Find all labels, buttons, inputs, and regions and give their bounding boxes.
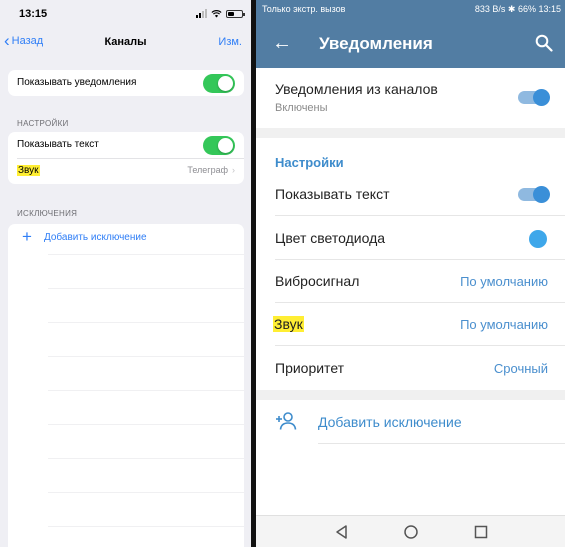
sound-value-wrap: Телеграф ›: [187, 165, 235, 175]
app-bar-title: Уведомления: [319, 34, 433, 53]
vibration-label: Вибросигнал: [275, 273, 360, 289]
edit-button[interactable]: Изм.: [218, 36, 242, 48]
led-color-row[interactable]: Цвет светодиода: [256, 217, 565, 260]
add-exception-button[interactable]: Добавить исключение: [256, 400, 565, 444]
settings-section-header: Настройки: [275, 155, 344, 170]
divider: [48, 254, 244, 255]
add-user-icon: [276, 412, 297, 430]
show-text-row[interactable]: Показывать текст: [8, 132, 244, 158]
show-text-toggle[interactable]: [518, 186, 550, 203]
divider: [48, 526, 244, 527]
show-text-switch[interactable]: [203, 136, 235, 155]
vibration-value: По умолчанию: [460, 274, 548, 289]
search-icon[interactable]: [535, 34, 553, 52]
plus-icon: +: [22, 227, 32, 246]
page-title: Каналы: [104, 36, 147, 48]
app-bar: ← Уведомления: [256, 20, 565, 68]
show-notifications-switch[interactable]: [203, 74, 235, 93]
settings-section-header: НАСТРОЙКИ: [17, 119, 69, 128]
status-icons: [196, 9, 245, 18]
sound-label-wrap: Звук: [17, 165, 40, 176]
show-notifications-label: Показывать уведомления: [17, 77, 137, 88]
sound-label: Звук: [17, 165, 40, 176]
settings-group: Показывать текст Звук Телеграф ›: [8, 132, 244, 184]
sound-row[interactable]: Звук Телеграф ›: [8, 158, 244, 184]
divider: [48, 356, 244, 357]
divider: [275, 215, 565, 216]
nav-recents-icon[interactable]: [473, 524, 489, 540]
led-color-swatch: [529, 230, 547, 248]
chevron-right-icon: ›: [232, 165, 235, 175]
show-text-row[interactable]: Показывать текст: [256, 173, 565, 216]
add-exception-button[interactable]: + Добавить исключение: [22, 227, 147, 246]
sound-value: По умолчанию: [460, 317, 548, 332]
vibration-row[interactable]: Вибросигнал По умолчанию: [256, 260, 565, 303]
exceptions-section-header: ИСКЛЮЧЕНИЯ: [17, 209, 78, 218]
divider: [48, 390, 244, 391]
led-color-label: Цвет светодиода: [275, 230, 386, 246]
divider: [48, 458, 244, 459]
android-status-bar: Только экстр. вызов 833 B/s ✱ 66% 13:15: [256, 0, 565, 20]
section-gap: [256, 128, 565, 138]
back-arrow-icon[interactable]: ←: [272, 32, 292, 54]
priority-row[interactable]: Приоритет Срочный: [256, 347, 565, 390]
ios-nav-bar: ‹ Назад Каналы Изм.: [0, 28, 251, 58]
signal-icon: [196, 9, 207, 18]
divider: [275, 345, 565, 346]
android-nav-bar: [256, 515, 565, 547]
sound-label: Звук: [273, 316, 304, 332]
show-text-label: Показывать текст: [17, 139, 99, 150]
ios-settings-screen: 13:15 ‹ Назад Каналы Изм. Показывать уве…: [0, 0, 251, 547]
section-gap: [256, 390, 565, 400]
status-time: 13:15: [19, 8, 48, 20]
sound-label-wrap: Звук: [273, 316, 304, 332]
wifi-icon: [211, 9, 222, 18]
channel-notifications-toggle[interactable]: [518, 89, 550, 106]
divider: [318, 443, 565, 444]
sound-value: Телеграф: [187, 165, 228, 175]
priority-label: Приоритет: [275, 360, 345, 376]
divider: [48, 492, 244, 493]
add-exception-label: Добавить исключение: [43, 231, 147, 243]
settings-block: Настройки Показывать текст Цвет светодио…: [256, 138, 565, 390]
exceptions-group: + Добавить исключение: [8, 224, 244, 547]
divider: [48, 424, 244, 425]
nav-back-icon[interactable]: [334, 524, 350, 540]
priority-value: Срочный: [493, 361, 548, 376]
notifications-group: Показывать уведомления: [8, 70, 244, 96]
show-notifications-row[interactable]: Показывать уведомления: [8, 70, 244, 96]
status-right-text: 833 B/s ✱ 66% 13:15: [474, 4, 561, 14]
android-settings-screen: Только экстр. вызов 833 B/s ✱ 66% 13:15 …: [256, 0, 565, 547]
add-exception-label: Добавить исключение: [318, 414, 462, 430]
divider: [48, 288, 244, 289]
ios-status-bar: 13:15: [0, 0, 251, 28]
channel-notifications-row[interactable]: Уведомления из каналов Включены: [256, 68, 565, 128]
sound-row[interactable]: Звук По умолчанию: [256, 303, 565, 346]
battery-icon: [226, 9, 245, 18]
divider: [48, 322, 244, 323]
show-text-label: Показывать текст: [275, 186, 390, 202]
channel-notifications-label: Уведомления из каналов: [275, 81, 438, 97]
nav-home-icon[interactable]: [403, 524, 419, 540]
channel-notifications-sublabel: Включены: [275, 102, 328, 114]
status-carrier-text: Только экстр. вызов: [262, 4, 346, 14]
